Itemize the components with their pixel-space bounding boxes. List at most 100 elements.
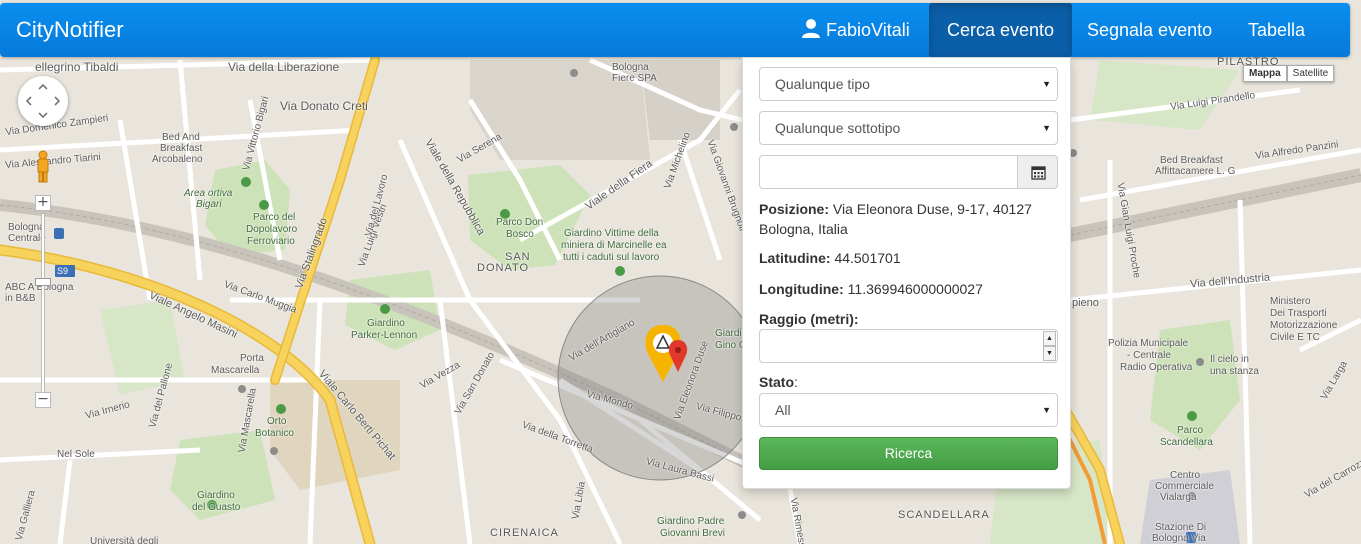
map-label: Giardino [197,490,235,501]
map-label: una stanza [1210,366,1259,377]
map-label: Ferroviario [247,236,295,247]
map-label: Università degli [90,536,159,544]
map[interactable]: ellegrino Tibaldi Via della Liberazione … [0,0,1361,544]
zoom-out-button[interactable]: − [35,392,51,408]
status-select[interactable]: All ▼ [759,393,1058,427]
nav-user-label: FabioVitali [826,20,910,40]
map-label: Parco del [253,212,296,223]
map-label: in B&B [5,293,36,304]
calendar-button[interactable] [1017,155,1058,189]
map-label: Motorizzazione [1270,320,1338,331]
map-label: Arcobaleno [152,154,203,165]
map-label: Via della Liberazione [228,60,340,74]
nav-table[interactable]: Tabella [1248,3,1305,57]
subtype-select[interactable]: Qualunque sottotipo ▼ [759,111,1058,145]
map-label: Fiere SPA [612,73,657,84]
map-label: Botanico [255,428,294,439]
map-label: Nel Sole [57,449,95,460]
longitude-info: Longitudine: 11.369946000000027 [759,279,1059,299]
map-label: Bed And [162,132,200,143]
map-label: Parco Don [496,217,544,228]
spin-up-icon[interactable]: ▲ [1043,331,1056,346]
brand-logo[interactable]: CityNotifier [16,17,124,43]
map-label: - Centrale [1127,350,1171,361]
map-label: Area ortiva [184,188,233,199]
status-label: Stato [759,374,794,390]
map-label: Giardino Padre [657,516,725,527]
spin-down-icon[interactable]: ▼ [1043,346,1056,361]
map-label: SCANDELLARA [898,509,990,521]
type-select-value: Qualunque tipo [775,76,870,92]
map-label: CIRENAICA [490,527,559,539]
map-type-control: Mappa Satellite [1243,65,1335,82]
map-label: Mascarella [211,365,260,376]
map-label: DONATO [477,262,530,274]
map-label: Giardino Vittime della [564,228,659,239]
nav-user[interactable]: FabioVitali [800,3,910,57]
pan-control[interactable] [18,76,68,126]
map-label: Bologna [612,62,649,73]
map-label: Civile E TC [1270,332,1320,343]
zoom-slider-handle[interactable] [35,278,51,286]
map-label: pieno [1072,297,1099,309]
zoom-in-button[interactable]: + [35,195,51,211]
map-label: Scandellara [1160,437,1213,448]
map-label: Via Donato Creti [280,99,368,113]
map-label: Radio Operativa [1120,362,1193,373]
map-label: Affittacamere L. G [1155,166,1236,177]
map-label: tutti i caduti sul lavoro [563,252,660,263]
zoom-slider-track[interactable] [35,213,51,395]
latitude-info: Latitudine: 44.501701 [759,248,1059,268]
map-label: Giovanni Brevi [660,528,726,539]
type-select[interactable]: Qualunque tipo ▼ [759,67,1058,101]
caret-down-icon: ▼ [1042,79,1051,89]
latitude-value: 44.501701 [834,250,901,266]
position-info: Posizione: Via Eleonora Duse, 9-17, 4012… [759,199,1059,239]
map-type-satellite[interactable]: Satellite [1286,65,1335,82]
longitude-value: 11.369946000000027 [847,281,983,297]
map-label: ellegrino Tibaldi [35,60,119,74]
search-button[interactable]: Ricerca [759,437,1058,470]
caret-down-icon: ▼ [1042,405,1051,415]
latitude-label: Latitudine: [759,250,831,266]
highway-badge: S9 [57,266,69,276]
position-label: Posizione: [759,201,830,217]
nav-search-event[interactable]: Cerca evento [929,3,1072,57]
map-label: Stazione Di [1155,522,1207,533]
map-label: Vialarga [1160,492,1197,503]
map-label: Parco [1177,425,1204,436]
caret-down-icon: ▼ [1042,123,1051,133]
radius-label: Raggio (metri): [759,311,859,327]
nav-report-event[interactable]: Segnala evento [1087,3,1212,57]
map-label: Bed Breakfast [1160,155,1223,166]
map-label: Bigari [196,199,222,210]
map-label: Commerciale [1155,481,1214,492]
map-label: Giardino [367,318,405,329]
map-background [0,55,1361,544]
calendar-icon [1031,166,1046,180]
map-label: Il cielo in [1210,354,1249,365]
user-icon [802,19,820,38]
status-select-value: All [775,402,791,418]
map-label: Centro [1170,470,1201,481]
map-label: Bologna Via [1152,533,1206,544]
map-type-mappa[interactable]: Mappa [1243,65,1287,82]
subtype-select-value: Qualunque sottotipo [775,120,901,136]
map-label: Dei Trasporti [1270,308,1327,319]
status-label-row: Stato: [759,372,1059,392]
radius-input[interactable]: ▲ ▼ [759,329,1058,363]
street-view-pegman-icon[interactable] [36,150,50,184]
map-label: Dopolavoro [246,224,298,235]
map-label: Bosco [506,229,534,240]
map-label: del Guasto [192,502,241,513]
status-colon: : [794,374,798,390]
map-label: Ministero [1270,296,1311,307]
pan-arrows-icon [25,83,61,119]
map-label: miniera di Marcinelle ea [561,240,667,251]
longitude-label: Longitudine: [759,281,844,297]
date-input[interactable] [759,155,1018,189]
map-label: Porta [240,353,264,364]
zoom-control: + − [35,195,51,413]
map-label: Orto [267,416,287,427]
map-label: Polizia Municipale [1108,338,1189,349]
